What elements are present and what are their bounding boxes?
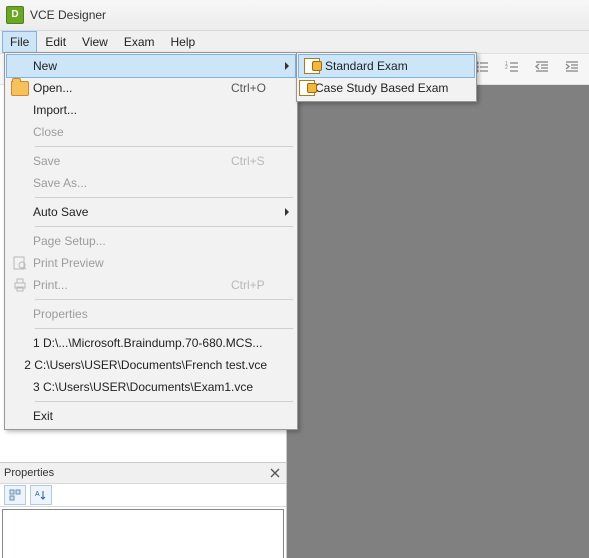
- menu-item-import[interactable]: Import...: [7, 99, 295, 121]
- menu-item-new[interactable]: New: [6, 54, 296, 78]
- folder-open-icon: [7, 81, 33, 96]
- menu-item-label: Import...: [33, 103, 271, 117]
- menu-item-label: Page Setup...: [33, 234, 271, 248]
- submenu-arrow-icon: [285, 208, 289, 216]
- properties-toolbar: A: [0, 484, 286, 507]
- menu-item-label: Exit: [33, 409, 271, 423]
- properties-categorize-icon[interactable]: [4, 485, 26, 505]
- menu-file[interactable]: File: [2, 31, 37, 53]
- menubar: File Edit View Exam Help: [0, 31, 589, 54]
- titlebar: D VCE Designer: [0, 0, 589, 31]
- properties-sort-icon[interactable]: A: [30, 485, 52, 505]
- file-menu-dropdown: New Open... Ctrl+O Import... Close Save …: [4, 52, 298, 430]
- menu-separator: [35, 146, 293, 147]
- menu-help[interactable]: Help: [163, 31, 204, 53]
- properties-header: Properties: [0, 463, 286, 484]
- menu-item-label: 1 D:\...\Microsoft.Braindump.70-680.MCS.…: [33, 336, 271, 350]
- submenu-item-standard-exam[interactable]: Standard Exam: [298, 54, 475, 78]
- menu-item-label: Save As...: [33, 176, 271, 190]
- menu-item-auto-save[interactable]: Auto Save: [7, 201, 295, 223]
- menu-separator: [35, 328, 293, 329]
- menu-separator: [35, 197, 293, 198]
- menu-exam[interactable]: Exam: [116, 31, 163, 53]
- menu-item-save-as: Save As...: [7, 172, 295, 194]
- print-preview-icon: [7, 255, 33, 271]
- menu-edit[interactable]: Edit: [37, 31, 74, 53]
- menu-shortcut: Ctrl+O: [231, 81, 271, 95]
- menu-item-label: 2 C:\Users\USER\Documents\French test.vc…: [24, 358, 271, 372]
- titlebar-title: VCE Designer: [30, 8, 106, 22]
- menu-item-print: Print... Ctrl+P: [7, 274, 295, 296]
- properties-title: Properties: [4, 467, 54, 479]
- menu-item-label: Properties: [33, 307, 271, 321]
- properties-panel: Properties A: [0, 462, 286, 558]
- menu-item-label: Print...: [33, 278, 231, 292]
- menu-item-label: New: [33, 59, 271, 73]
- exam-icon: [299, 80, 315, 96]
- menu-item-exit[interactable]: Exit: [7, 405, 295, 427]
- menu-item-page-setup: Page Setup...: [7, 230, 295, 252]
- menu-item-label: Print Preview: [33, 256, 271, 270]
- menu-item-save: Save Ctrl+S: [7, 150, 295, 172]
- menu-item-properties: Properties: [7, 303, 295, 325]
- svg-text:A: A: [35, 491, 40, 498]
- app-icon: D: [6, 6, 24, 24]
- menu-item-recent-1[interactable]: 1 D:\...\Microsoft.Braindump.70-680.MCS.…: [7, 332, 295, 354]
- submenu-arrow-icon: [285, 62, 289, 70]
- menu-item-label: Auto Save: [33, 205, 271, 219]
- svg-text:2: 2: [505, 65, 508, 71]
- menu-item-label: 3 C:\Users\USER\Documents\Exam1.vce: [33, 380, 271, 394]
- menu-separator: [35, 226, 293, 227]
- toolbar-list-numbered-icon[interactable]: 12: [501, 56, 523, 78]
- properties-close-icon[interactable]: [268, 466, 282, 480]
- menu-item-label: Standard Exam: [325, 59, 450, 73]
- submenu-item-case-study-exam[interactable]: Case Study Based Exam: [299, 77, 474, 99]
- menu-item-label: Close: [33, 125, 271, 139]
- menu-item-label: Open...: [33, 81, 231, 95]
- menu-item-print-preview: Print Preview: [7, 252, 295, 274]
- menu-item-recent-3[interactable]: 3 C:\Users\USER\Documents\Exam1.vce: [7, 376, 295, 398]
- exam-icon: [299, 58, 325, 74]
- menu-shortcut: Ctrl+P: [231, 278, 271, 292]
- menu-item-close: Close: [7, 121, 295, 143]
- toolbar-indent-icon[interactable]: [561, 56, 583, 78]
- print-icon: [7, 277, 33, 293]
- properties-grid[interactable]: [2, 509, 284, 558]
- menu-shortcut: Ctrl+S: [231, 154, 271, 168]
- menu-view[interactable]: View: [74, 31, 116, 53]
- menu-separator: [35, 401, 293, 402]
- document-area: [287, 85, 589, 558]
- toolbar-outdent-icon[interactable]: [531, 56, 553, 78]
- menu-item-label: Save: [33, 154, 231, 168]
- new-submenu: Standard Exam Case Study Based Exam: [296, 52, 477, 102]
- menu-item-recent-2[interactable]: 2 C:\Users\USER\Documents\French test.vc…: [7, 354, 295, 376]
- menu-separator: [35, 299, 293, 300]
- menu-item-label: Case Study Based Exam: [315, 81, 454, 95]
- menu-item-open[interactable]: Open... Ctrl+O: [7, 77, 295, 99]
